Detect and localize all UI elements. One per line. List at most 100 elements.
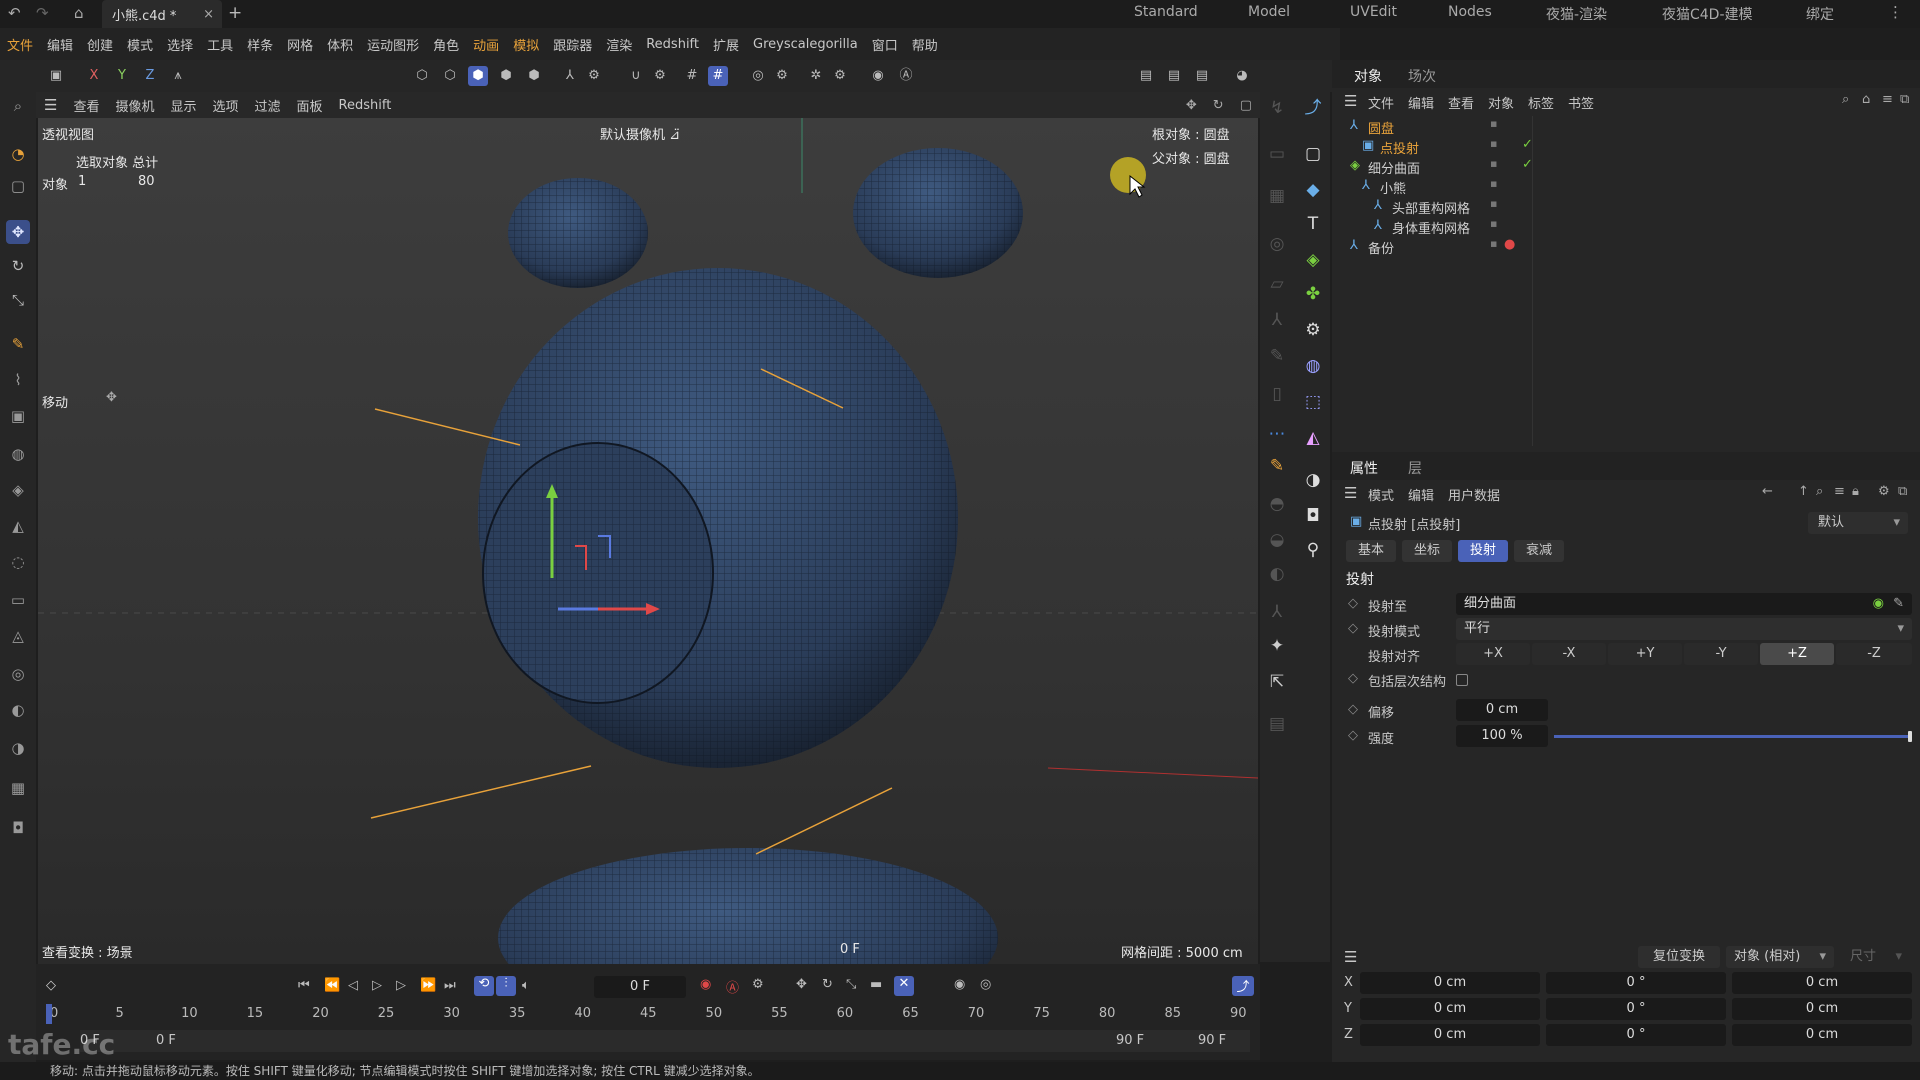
prev-key-icon[interactable]: ⏪ [324, 978, 340, 993]
om-menu-view[interactable]: 查看 [1448, 93, 1474, 112]
range-end[interactable]: 90 F [1198, 1033, 1226, 1048]
range-start-preview[interactable]: 0 F [156, 1033, 176, 1048]
key-position-icon[interactable]: ✥ [796, 977, 807, 992]
om-menu-object[interactable]: 对象 [1488, 93, 1514, 112]
menu-redshift[interactable]: Redshift [646, 37, 699, 52]
vp-menu-redshift[interactable]: Redshift [339, 98, 392, 113]
layout-modeling[interactable]: 夜猫C4D-建模 [1662, 4, 1753, 24]
om-menu-bookmarks[interactable]: 书签 [1568, 93, 1594, 112]
layout-render[interactable]: 夜猫-渲染 [1546, 4, 1607, 24]
paint-icon[interactable]: ✎ [1265, 454, 1289, 478]
menu-mode[interactable]: 模式 [127, 35, 153, 54]
cube-object-icon[interactable]: ◆ [1301, 178, 1325, 202]
null-icon[interactable]: ▭ [1265, 142, 1289, 166]
symmetry-settings-icon[interactable]: ⚙ [772, 66, 792, 86]
menu-render[interactable]: 渲染 [606, 35, 632, 54]
tweak-icon[interactable]: ✲ [806, 66, 826, 86]
next-frame-icon[interactable]: ▷ [396, 978, 406, 993]
range-end-preview[interactable]: 90 F [1116, 1033, 1144, 1048]
menu-select[interactable]: 选择 [167, 35, 193, 54]
x-axis-lock[interactable]: X [84, 66, 104, 86]
vp-menu-panel[interactable]: 面板 [297, 96, 323, 115]
sound-icon[interactable]: 🔈︎ [522, 978, 530, 993]
disabled-dot-icon[interactable]: ● [1504, 237, 1515, 252]
menu-help[interactable]: 帮助 [912, 35, 938, 54]
cone-icon[interactable]: ◭ [6, 514, 30, 538]
up-arrow-icon[interactable]: ↑ [1798, 484, 1809, 499]
goto-start-icon[interactable]: ⏮ [298, 978, 310, 993]
coord-rotation-field[interactable]: 0 ° [1546, 972, 1726, 994]
y-axis-lock[interactable]: Y [112, 66, 132, 86]
playhead[interactable] [46, 1004, 52, 1024]
preset-dropdown[interactable]: 默认 ▾ [1808, 512, 1908, 534]
align-minus-z[interactable]: -Z [1836, 643, 1912, 665]
render-settings-icon[interactable]: ▤ [1192, 66, 1212, 86]
settings-icon[interactable]: ⚙ [1878, 484, 1890, 499]
tree-row[interactable]: ⅄ 小熊 ▪ [1332, 177, 1920, 197]
menu-volume[interactable]: 体积 [327, 35, 353, 54]
tab-objects[interactable]: 对象 [1354, 66, 1382, 86]
deformer-icon[interactable]: ◐ [6, 698, 30, 722]
rotate-tool-icon[interactable]: ↻ [6, 254, 30, 278]
include-hierarchy-checkbox[interactable] [1456, 674, 1468, 686]
texture-mode-icon[interactable]: ⬢ [524, 66, 544, 86]
array-icon[interactable]: ◎ [1265, 232, 1289, 256]
key-scale-icon[interactable]: ⤡ [846, 977, 856, 992]
coord-size-field[interactable]: 0 cm [1732, 972, 1912, 994]
edges-mode-icon[interactable]: ⬡ [440, 66, 460, 86]
coord-size-field[interactable]: 0 cm [1732, 1024, 1912, 1046]
loop-icon[interactable]: ⟲ [474, 976, 494, 996]
hamburger-icon[interactable]: ☰ [1344, 484, 1357, 502]
sculpt3-icon[interactable]: ◐ [1265, 562, 1289, 586]
redo-icon[interactable]: ↷ [36, 4, 49, 22]
strength-slider-handle[interactable] [1908, 731, 1912, 742]
autokey-icon[interactable]: Ⓐ [726, 977, 739, 996]
instance-icon[interactable]: ▦ [1265, 184, 1289, 208]
render-picture-viewer-icon[interactable]: ▤ [1164, 66, 1184, 86]
field-icon[interactable]: ▤ [1265, 712, 1289, 736]
subtab-falloff[interactable]: 衰减 [1514, 540, 1564, 562]
torus-icon[interactable]: ◌ [6, 550, 30, 574]
document-tab[interactable]: 小熊.c4d * × [102, 0, 222, 28]
menu-tracker[interactable]: 跟踪器 [553, 35, 592, 54]
menu-spline[interactable]: 样条 [247, 35, 273, 54]
lock-icon[interactable]: Ⓐ [896, 66, 916, 86]
new-window-icon[interactable]: ⧉ [1898, 484, 1907, 499]
motion-settings-icon[interactable]: ◎ [980, 977, 991, 992]
home-icon[interactable]: ⌂ [1862, 92, 1870, 107]
vp-menu-view[interactable]: 查看 [73, 96, 99, 115]
align-plus-z[interactable]: +Z [1760, 643, 1834, 665]
subtab-basic[interactable]: 基本 [1346, 540, 1396, 562]
coord-rotation-field[interactable]: 0 ° [1546, 1024, 1726, 1046]
visibility-toggle[interactable]: ▪ [1490, 137, 1497, 150]
model-mode-icon[interactable]: ⬢ [496, 66, 516, 86]
live-select-icon[interactable]: ◔ [6, 142, 30, 166]
menu-simulate[interactable]: 模拟 [513, 35, 539, 54]
disk-icon[interactable]: ◎ [6, 662, 30, 686]
visibility-toggle[interactable]: ▪ [1490, 117, 1497, 130]
subtab-projection[interactable]: 投射 [1458, 540, 1508, 562]
size-dropdown[interactable]: 尺寸 ▾ [1838, 946, 1910, 968]
key-param-icon[interactable]: ▬ [870, 977, 882, 992]
am-menu-edit[interactable]: 编辑 [1408, 485, 1434, 504]
keyframe-diamond-icon[interactable]: ◇ [1348, 596, 1358, 611]
sculpt4-icon[interactable]: ⅄ [1265, 600, 1289, 624]
menu-character[interactable]: 角色 [433, 35, 459, 54]
menu-greyscalegorilla[interactable]: Greyscalegorilla [753, 37, 858, 52]
points-mode-icon[interactable]: ⬡ [412, 66, 432, 86]
camera-object-icon[interactable]: ◘ [1301, 504, 1325, 528]
more-icon[interactable]: ⋮ [1888, 3, 1903, 21]
keyframe-diamond-icon[interactable]: ◇ [1348, 621, 1358, 636]
coord-position-field[interactable]: 0 cm [1360, 1024, 1540, 1046]
light-icon[interactable]: ⚲ [1301, 538, 1325, 562]
deformer-object-icon[interactable]: ◍ [1301, 354, 1325, 378]
tree-row[interactable]: ⅄ 头部重构网格 ▪ [1332, 197, 1920, 217]
viewport[interactable]: 透视视图 默认摄像机 ⊿̈ 选取对象 总计 对象 1 80 根对象 : 圆盘 父… [38, 118, 1258, 964]
z-axis-lock[interactable]: Z [140, 66, 160, 86]
goto-end-icon[interactable]: ⏭ [444, 978, 456, 993]
am-menu-mode[interactable]: 模式 [1368, 485, 1394, 504]
spline-pen-icon[interactable]: ↯ [1265, 96, 1289, 120]
menu-edit[interactable]: 编辑 [47, 35, 73, 54]
solo-icon[interactable]: ◉ [868, 66, 888, 86]
subtab-coordinates[interactable]: 坐标 [1402, 540, 1452, 562]
